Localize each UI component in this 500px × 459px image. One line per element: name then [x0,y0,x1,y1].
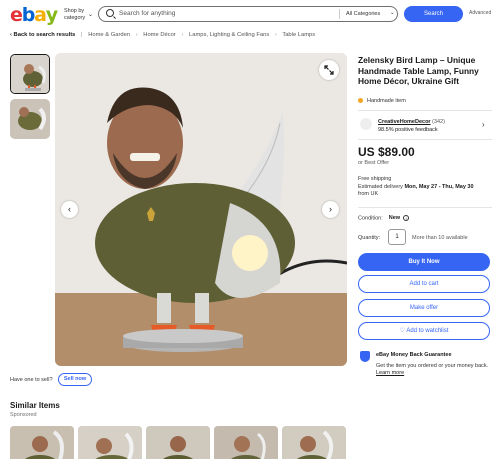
main-product-image[interactable] [55,53,347,366]
add-to-cart-button[interactable]: Add to cart [358,275,490,293]
chevron-right-icon[interactable]: › [482,120,485,129]
breadcrumb: ‹ Back to search results | Home & Garden… [10,32,315,38]
sponsored-label: Sponsored [10,412,37,418]
breadcrumb-item[interactable]: Home & Garden [88,32,130,38]
chevron-down-icon: ⌄ [390,10,395,16]
shop-by-label: Shop by category [64,8,86,21]
similar-item-image [146,426,210,459]
guarantee-text: Get the item you ordered or your money b… [376,362,489,369]
divider [358,110,492,111]
seller-count: (342) [432,119,445,125]
advanced-search-link[interactable]: Advanced [469,10,491,16]
similar-item-image [10,426,74,459]
seller-feedback: 98.5% positive feedback [378,127,438,133]
quantity-label: Quantity: [358,235,381,241]
back-to-results-link[interactable]: ‹ Back to search results [10,32,75,38]
sell-prompt: Have one to sell? [10,377,53,383]
condition-row: Condition: New i [358,215,410,222]
delivery-dates: Mon, May 27 - Thu, May 30 [404,183,474,190]
chevron-down-icon: ⌄ [88,12,94,18]
delivery-line: Estimated delivery Mon, May 27 - Thu, Ma… [358,184,494,192]
breadcrumb-item[interactable]: Home Décor [143,32,176,38]
handmade-label: Handmade item [367,98,406,104]
best-offer-label: or Best Offer [358,160,390,166]
shipping-line: Free shipping [358,176,392,182]
breadcrumb-item[interactable]: Table Lamps [282,32,315,38]
logo-letter-y: y [45,4,58,26]
info-icon[interactable]: i [403,215,410,221]
seller-avatar[interactable] [360,118,372,130]
shop-by-category[interactable]: Shop by category ⌄ [64,8,94,22]
search-icon [106,9,114,17]
similar-item-card[interactable] [10,426,74,459]
chevron-left-icon[interactable]: ‹ [61,201,78,218]
similar-item-card[interactable] [214,426,278,459]
thumbnail-1[interactable] [10,54,50,94]
expand-icon[interactable] [319,60,339,80]
seller-info: CreativeHomeDecor (342) 98.5% positive f… [378,118,445,134]
handmade-badge: Handmade item [358,98,406,104]
thumbnail-image [10,99,50,139]
logo-letter-e: e [10,4,23,26]
logo-letter-b: b [21,4,36,26]
similar-items-heading: Similar Items [10,401,60,410]
money-back-guarantee: eBay Money Back Guarantee Get the item y… [376,352,494,378]
make-offer-button[interactable]: Make offer [358,299,490,317]
breadcrumb-separator: › [181,32,184,38]
thumbnail-image [11,55,49,93]
divider [358,139,492,140]
similar-item-image [78,426,142,459]
similar-item-card[interactable] [78,426,142,459]
add-to-watchlist-button[interactable]: ♡ Add to watchlist [358,322,490,340]
similar-item-image [282,426,346,459]
ebay-logo[interactable]: ebay [10,4,58,26]
breadcrumb-separator: | [81,32,83,38]
handmade-dot-icon [358,98,363,104]
search-button[interactable]: Search [404,6,463,22]
delivery-from: from UK [358,191,379,197]
condition-value: New [388,215,401,222]
shipping-info: Free shipping Estimated delivery Mon, Ma… [358,176,494,199]
logo-letter-a: a [34,4,47,26]
divider [358,207,492,208]
listing-title: Zelensky Bird Lamp – Unique Handmade Tab… [358,55,479,86]
seller-name-link[interactable]: CreativeHomeDecor [378,119,431,125]
expand-glyph [324,65,334,75]
sell-now-button[interactable]: Sell now [58,373,92,386]
breadcrumb-item[interactable]: Lamps, Lighting & Ceiling Fans [189,32,269,38]
delivery-prefix: Estimated delivery [358,183,403,190]
similar-item-image [214,426,278,459]
product-photo [55,53,347,366]
breadcrumb-separator: › [135,32,138,38]
search-bar[interactable]: Search for anything All Categories ⌄ [98,6,398,22]
search-input[interactable]: Search for anything [119,10,175,17]
back-label: Back to search results [13,32,76,38]
quantity-available: More than 10 available [412,235,468,241]
search-divider [339,9,340,19]
similar-item-card[interactable] [146,426,210,459]
learn-more-link[interactable]: Learn more [376,370,494,378]
condition-label: Condition: [358,215,383,222]
category-select[interactable]: All Categories [346,11,380,17]
price: US $89.00 [358,145,415,159]
thumbnail-2[interactable] [10,99,50,139]
breadcrumb-separator: › [274,32,277,38]
buy-it-now-button[interactable]: Buy It Now [358,253,490,271]
chevron-right-icon[interactable]: › [322,201,339,218]
guarantee-title: eBay Money Back Guarantee [376,352,452,358]
money-back-shield-icon [360,351,370,362]
quantity-input[interactable]: 1 [388,229,406,245]
similar-item-card[interactable] [282,426,346,459]
